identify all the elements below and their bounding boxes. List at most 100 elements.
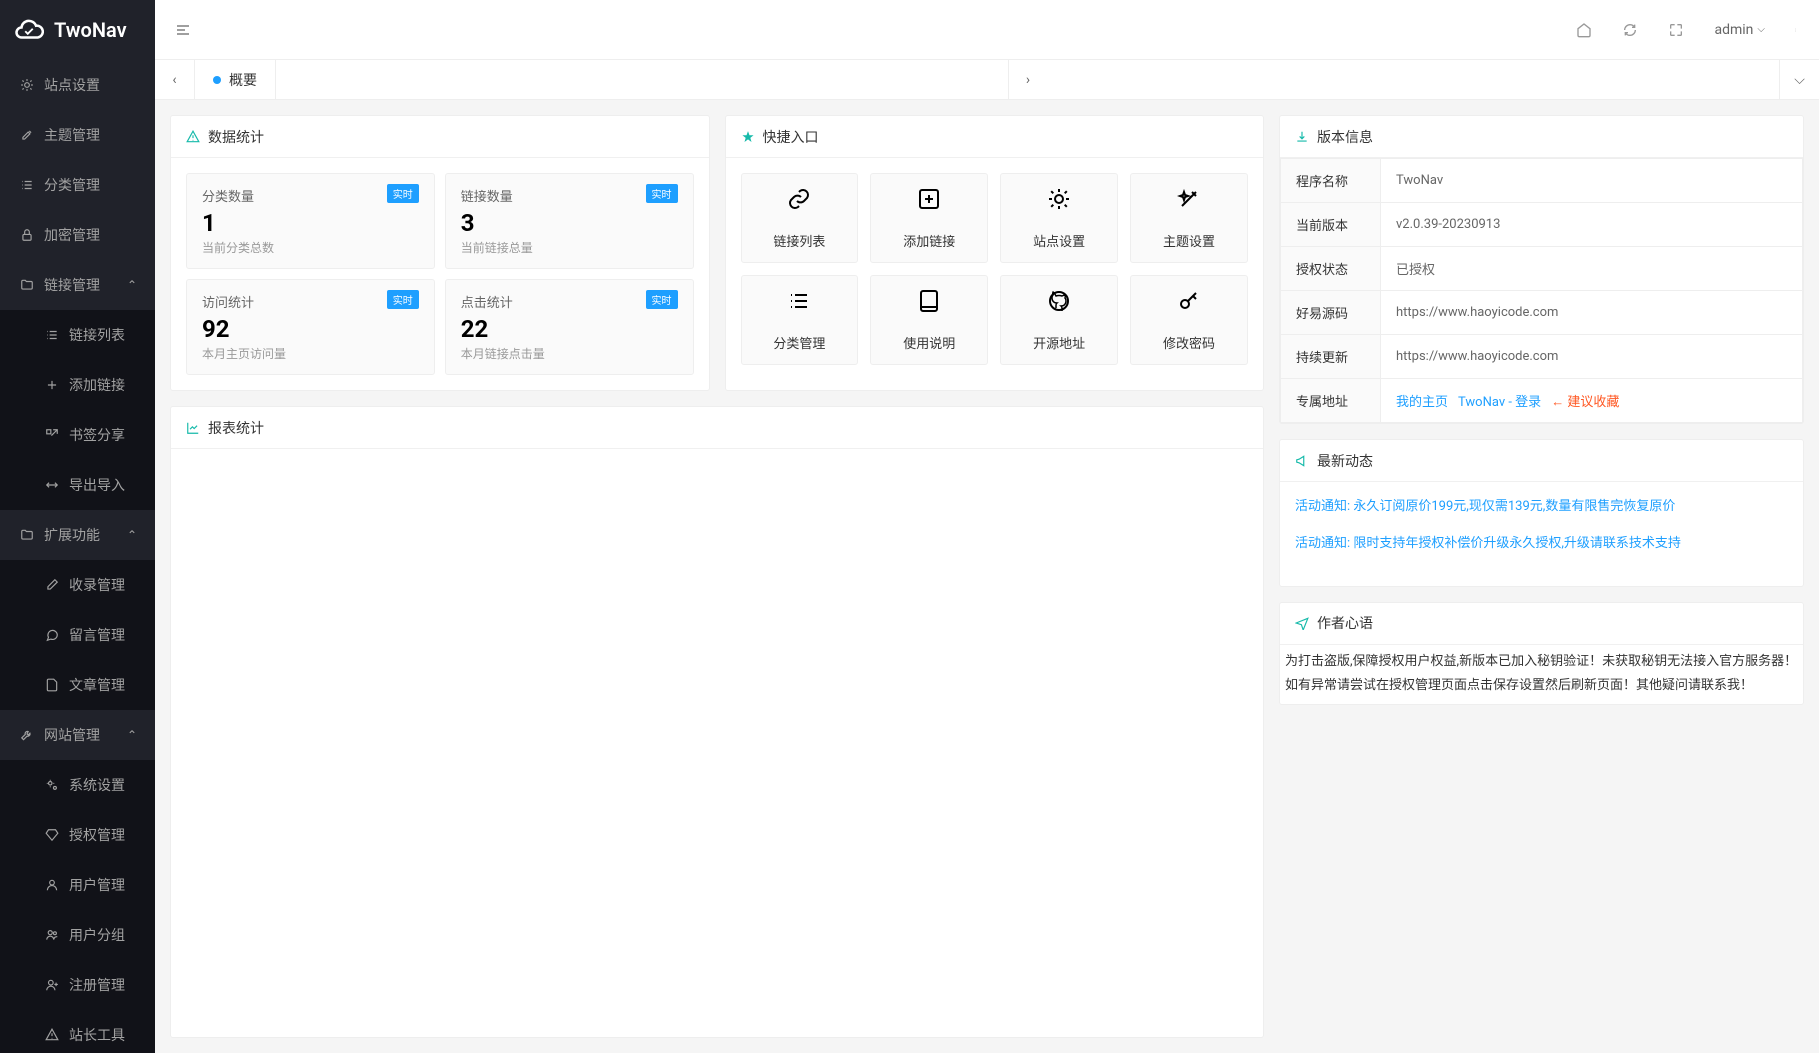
quick-label: 使用说明: [903, 333, 955, 352]
gear-icon: [1047, 187, 1071, 211]
stats-card: 数据统计 分类数量1当前分类总数实时链接数量3当前链接总量实时访问统计92本月主…: [170, 115, 710, 391]
chart-card: 报表统计: [170, 406, 1264, 1038]
stat-desc: 当前链接总量: [461, 239, 678, 256]
key-icon: [1177, 289, 1201, 313]
sidebar-item-label: 书签分享: [69, 425, 125, 445]
tab-overview[interactable]: 概要: [195, 60, 276, 100]
info-key: 授权状态: [1281, 247, 1381, 291]
info-value: TwoNav: [1381, 159, 1803, 203]
news-item[interactable]: 活动通知: 限时支持年授权补偿价升级永久授权,升级请联系技术支持: [1295, 534, 1788, 555]
version-link[interactable]: 我的主页: [1396, 395, 1448, 410]
sidebar-item-gear[interactable]: 站点设置: [0, 60, 155, 110]
chevron-down-icon: ⌵: [1757, 24, 1765, 35]
share-icon: [45, 428, 59, 442]
sidebar-subitem-user[interactable]: 用户管理: [0, 860, 155, 910]
quick-list[interactable]: 分类管理: [741, 275, 859, 365]
sidebar-subitem-plus[interactable]: 添加链接: [0, 360, 155, 410]
plus-square-icon: [917, 187, 941, 211]
stat-value: 3: [461, 209, 678, 237]
gear-icon: [20, 78, 34, 92]
sidebar-subitem-gears[interactable]: 系统设置: [0, 760, 155, 810]
sidebar-item-list[interactable]: 分类管理: [0, 160, 155, 210]
sidebar-item-label: 系统设置: [69, 775, 125, 795]
sidebar-subitem-comment[interactable]: 留言管理: [0, 610, 155, 660]
sidebar-item-label: 链接列表: [69, 325, 125, 345]
news-item[interactable]: 活动通知: 永久订阅原价199元,现仅需139元,数量有限售完恢复原价: [1295, 497, 1788, 518]
list-icon: [45, 328, 59, 342]
quick-book[interactable]: 使用说明: [870, 275, 988, 365]
sidebar-item-folder[interactable]: 链接管理⌃: [0, 260, 155, 310]
info-key: 程序名称: [1281, 159, 1381, 203]
folder-icon: [20, 528, 34, 542]
user-icon: [45, 878, 59, 892]
quick-label: 主题设置: [1163, 231, 1215, 250]
more-icon[interactable]: [1795, 22, 1799, 38]
info-value: 已授权: [1381, 247, 1803, 291]
pencil-icon: [45, 578, 59, 592]
sidebar-item-lock[interactable]: 加密管理: [0, 210, 155, 260]
sidebar: TwoNav 站点设置主题管理分类管理加密管理链接管理⌃ 链接列表添加链接书签分享…: [0, 0, 155, 1053]
user-menu[interactable]: admin ⌵: [1714, 22, 1765, 38]
sidebar-subitem-list[interactable]: 链接列表: [0, 310, 155, 360]
user-name: admin: [1714, 22, 1753, 38]
quick-key[interactable]: 修改密码: [1130, 275, 1248, 365]
quick-github[interactable]: 开源地址: [1000, 275, 1118, 365]
download-icon: [1295, 130, 1309, 144]
sidebar-subitem-diamond[interactable]: 授权管理: [0, 810, 155, 860]
brand-name: TwoNav: [54, 18, 127, 42]
sidebar-subitem-alert[interactable]: 站长工具: [0, 1010, 155, 1053]
tab-dropdown[interactable]: ⌵: [1779, 60, 1819, 100]
chevron-up-icon: ⌃: [127, 278, 137, 292]
alert-icon: [45, 1028, 59, 1042]
stat-card: 访问统计92本月主页访问量实时: [186, 279, 435, 375]
chevron-up-icon: ⌃: [127, 728, 137, 742]
sidebar-item-folder[interactable]: 扩展功能⌃: [0, 510, 155, 560]
megaphone-icon: [1295, 454, 1309, 468]
quick-label: 站点设置: [1033, 231, 1085, 250]
table-row: 当前版本v2.0.39-20230913: [1281, 203, 1803, 247]
tab-next[interactable]: ›: [1008, 60, 1048, 100]
sidebar-subitem-users[interactable]: 用户分组: [0, 910, 155, 960]
sidebar-subitem-transfer[interactable]: 导出导入: [0, 460, 155, 510]
menu-toggle-icon[interactable]: [175, 22, 191, 38]
sidebar-logo[interactable]: TwoNav: [0, 0, 155, 60]
sidebar-item-label: 注册管理: [69, 975, 125, 995]
info-value: https://www.haoyicode.com: [1381, 291, 1803, 335]
quick-gear[interactable]: 站点设置: [1000, 173, 1118, 263]
sidebar-item-label: 主题管理: [44, 125, 100, 145]
tab-prev[interactable]: ‹: [155, 60, 195, 100]
fullscreen-icon[interactable]: [1668, 22, 1684, 38]
sidebar-item-label: 站点设置: [44, 75, 100, 95]
sidebar-subitem-pencil[interactable]: 收录管理: [0, 560, 155, 610]
sidebar-item-label: 授权管理: [69, 825, 125, 845]
info-value: v2.0.39-20230913: [1381, 203, 1803, 247]
star-icon: [741, 130, 755, 144]
quick-label: 链接列表: [773, 231, 825, 250]
send-icon: [1295, 616, 1309, 630]
author-line: 为打击盗版,保障授权用户权益,新版本已加入秘钥验证！未获取秘钥无法接入官方服务器…: [1285, 650, 1798, 675]
realtime-badge: 实时: [646, 184, 678, 203]
realtime-badge: 实时: [387, 184, 419, 203]
sidebar-subitem-userplus[interactable]: 注册管理: [0, 960, 155, 1010]
chevron-up-icon: ⌃: [127, 528, 137, 542]
stat-title: 点击统计: [461, 292, 678, 311]
sidebar-item-brush[interactable]: 主题管理: [0, 110, 155, 160]
version-link[interactable]: TwoNav - 登录: [1458, 395, 1541, 410]
author-header: 作者心语: [1317, 613, 1373, 633]
quick-magic[interactable]: 主题设置: [1130, 173, 1248, 263]
sidebar-item-wrench[interactable]: 网站管理⌃: [0, 710, 155, 760]
stat-title: 链接数量: [461, 186, 678, 205]
sidebar-subitem-share[interactable]: 书签分享: [0, 410, 155, 460]
home-icon[interactable]: [1576, 22, 1592, 38]
quick-plus-square[interactable]: 添加链接: [870, 173, 988, 263]
refresh-icon[interactable]: [1622, 22, 1638, 38]
quick-link[interactable]: 链接列表: [741, 173, 859, 263]
sidebar-subitem-doc[interactable]: 文章管理: [0, 660, 155, 710]
info-value: 我的主页TwoNav - 登录← 建议收藏: [1381, 379, 1803, 423]
sidebar-item-label: 留言管理: [69, 625, 125, 645]
list-icon: [20, 178, 34, 192]
quick-label: 分类管理: [773, 333, 825, 352]
table-row: 专属地址我的主页TwoNav - 登录← 建议收藏: [1281, 379, 1803, 423]
table-row: 授权状态已授权: [1281, 247, 1803, 291]
stat-desc: 本月链接点击量: [461, 345, 678, 362]
